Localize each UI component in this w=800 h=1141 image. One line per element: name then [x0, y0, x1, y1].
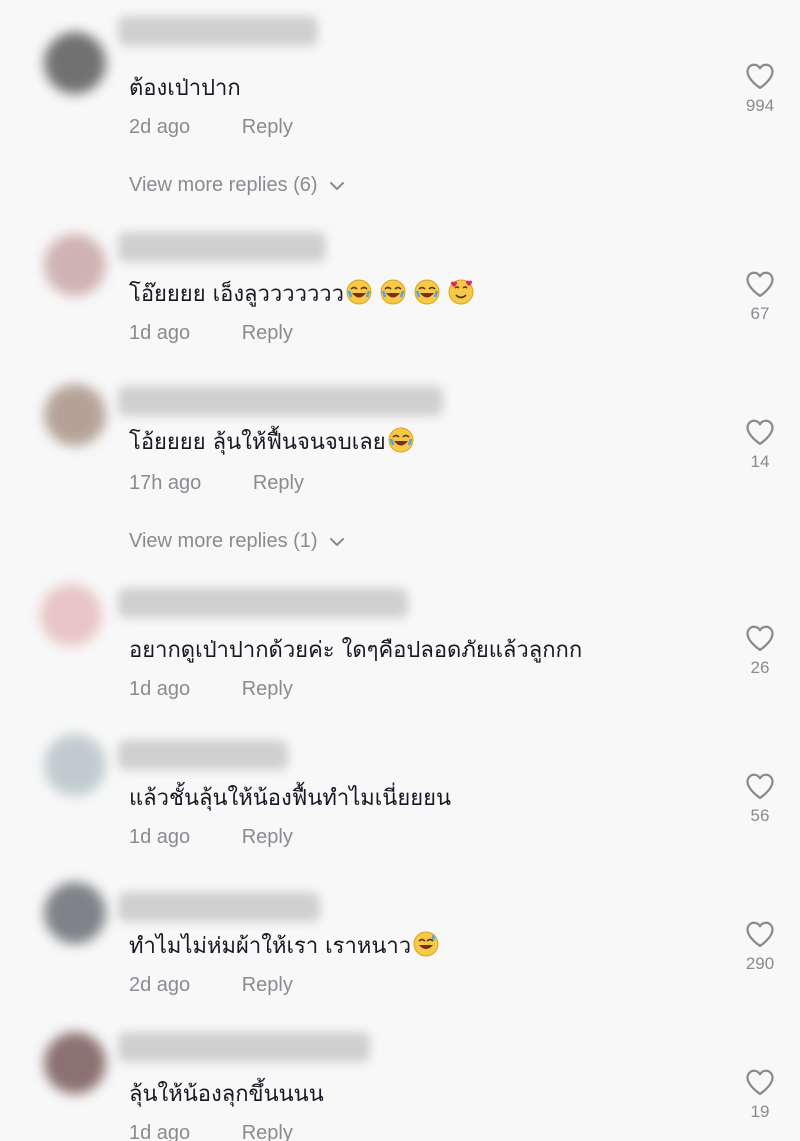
like-control[interactable]: 67: [736, 270, 784, 324]
comment-meta: 1d ago Reply: [129, 826, 293, 849]
like-control[interactable]: 19: [736, 1068, 784, 1122]
avatar[interactable]: [44, 1032, 106, 1094]
comment-item: ทำไมไม่ห่มผ้าให้เรา เราหนาว 2d ago Reply…: [0, 880, 800, 1020]
chevron-down-icon: [329, 530, 345, 553]
comment-time: 1d ago: [129, 826, 191, 848]
like-control[interactable]: 14: [736, 418, 784, 472]
comment-text: ลุ้นให้น้องลุกขึ้นนนน: [129, 1082, 324, 1107]
reply-button[interactable]: Reply: [242, 826, 293, 849]
comment-item: โอ้ยยยย ลุ้นให้ฟื้นจนจบเลย 17h ago Reply…: [0, 378, 800, 578]
laughing-emoji-icon: [388, 427, 414, 453]
heart-icon[interactable]: [745, 1068, 775, 1096]
comment-text: โอ้ยยยย ลุ้นให้ฟื้นจนจบเลย: [129, 424, 414, 459]
view-more-replies[interactable]: View more replies (6): [129, 174, 345, 197]
like-count: 994: [745, 96, 775, 115]
like-control[interactable]: 994: [736, 62, 784, 116]
reply-button[interactable]: Reply: [242, 974, 293, 997]
reply-button[interactable]: Reply: [242, 1122, 293, 1141]
laughing-emoji-icon: [414, 279, 440, 305]
like-count: 26: [750, 658, 770, 677]
avatar[interactable]: [44, 882, 106, 944]
comment-meta: 1d ago Reply: [129, 678, 293, 701]
comment-time: 2d ago: [129, 116, 191, 138]
comment-time: 1d ago: [129, 678, 191, 700]
avatar[interactable]: [40, 584, 102, 646]
comment-text: อยากดูเป่าปากด้วยค่ะ ใดๆคือปลอดภัยแล้วลู…: [129, 638, 583, 663]
heart-icon[interactable]: [745, 624, 775, 652]
comment-item: ลุ้นให้น้องลุกขึ้นนนน 1d ago Reply 19: [0, 1026, 800, 1141]
username-blurred[interactable]: [118, 1032, 370, 1062]
comment-item: อยากดูเป่าปากด้วยค่ะ ใดๆคือปลอดภัยแล้วลู…: [0, 578, 800, 718]
reply-button[interactable]: Reply: [242, 116, 293, 139]
comment-time: 1d ago: [129, 1122, 191, 1141]
comment-meta: 1d ago Reply: [129, 1122, 293, 1141]
username-blurred[interactable]: [118, 588, 408, 618]
like-count: 290: [745, 954, 775, 973]
avatar[interactable]: [44, 32, 106, 94]
comment-meta: 2d ago Reply: [129, 116, 293, 139]
laughing-emoji-icon: [380, 279, 406, 305]
username-blurred[interactable]: [118, 16, 318, 46]
view-more-replies-label: View more replies (6): [129, 174, 318, 196]
comment-time: 2d ago: [129, 974, 191, 996]
reply-button[interactable]: Reply: [242, 322, 293, 345]
username-blurred[interactable]: [118, 386, 443, 416]
comment-time: 17h ago: [129, 472, 202, 494]
comment-meta: 1d ago Reply: [129, 322, 293, 345]
like-count: 14: [750, 452, 770, 471]
username-blurred[interactable]: [118, 740, 288, 770]
comment-item: โอ๊ยยยย เอ็งลูววววววว 1d ago Reply 67: [0, 226, 800, 366]
laughing-emoji-icon: [346, 279, 372, 305]
comment-time: 1d ago: [129, 322, 191, 344]
username-blurred[interactable]: [118, 892, 320, 922]
smiling-hearts-emoji-icon: [448, 279, 474, 305]
heart-icon[interactable]: [745, 418, 775, 446]
reply-button[interactable]: Reply: [242, 678, 293, 701]
view-more-replies-label: View more replies (1): [129, 530, 318, 552]
heart-icon[interactable]: [745, 772, 775, 800]
chevron-down-icon: [329, 174, 345, 197]
like-control[interactable]: 290: [736, 920, 784, 974]
username-blurred[interactable]: [118, 232, 326, 262]
comment-text: โอ๊ยยยย เอ็งลูววววววว: [129, 276, 474, 311]
view-more-replies[interactable]: View more replies (1): [129, 530, 345, 553]
like-control[interactable]: 56: [736, 772, 784, 826]
comment-meta: 17h ago Reply: [129, 472, 304, 495]
like-count: 56: [750, 806, 770, 825]
comment-text: แล้วชั้นลุ้นให้น้องฟื้นทำไมเนี่ยยยน: [129, 786, 452, 811]
reply-button[interactable]: Reply: [253, 472, 304, 495]
comment-text: ต้องเป่าปาก: [129, 76, 241, 101]
comment-text: ทำไมไม่ห่มผ้าให้เรา เราหนาว: [129, 928, 439, 963]
sweat-smile-emoji-icon: [413, 931, 439, 957]
comment-meta: 2d ago Reply: [129, 974, 293, 997]
avatar[interactable]: [44, 384, 106, 446]
like-control[interactable]: 26: [736, 624, 784, 678]
avatar[interactable]: [44, 734, 106, 796]
comment-item: ต้องเป่าปาก 2d ago Reply 994 View more r…: [0, 12, 800, 212]
like-count: 19: [750, 1102, 770, 1121]
heart-icon[interactable]: [745, 920, 775, 948]
comments-panel: ต้องเป่าปาก 2d ago Reply 994 View more r…: [0, 0, 800, 1141]
like-count: 67: [750, 304, 770, 323]
heart-icon[interactable]: [745, 270, 775, 298]
heart-icon[interactable]: [745, 62, 775, 90]
comment-item: แล้วชั้นลุ้นให้น้องฟื้นทำไมเนี่ยยยน 1d a…: [0, 730, 800, 870]
avatar[interactable]: [44, 234, 106, 296]
